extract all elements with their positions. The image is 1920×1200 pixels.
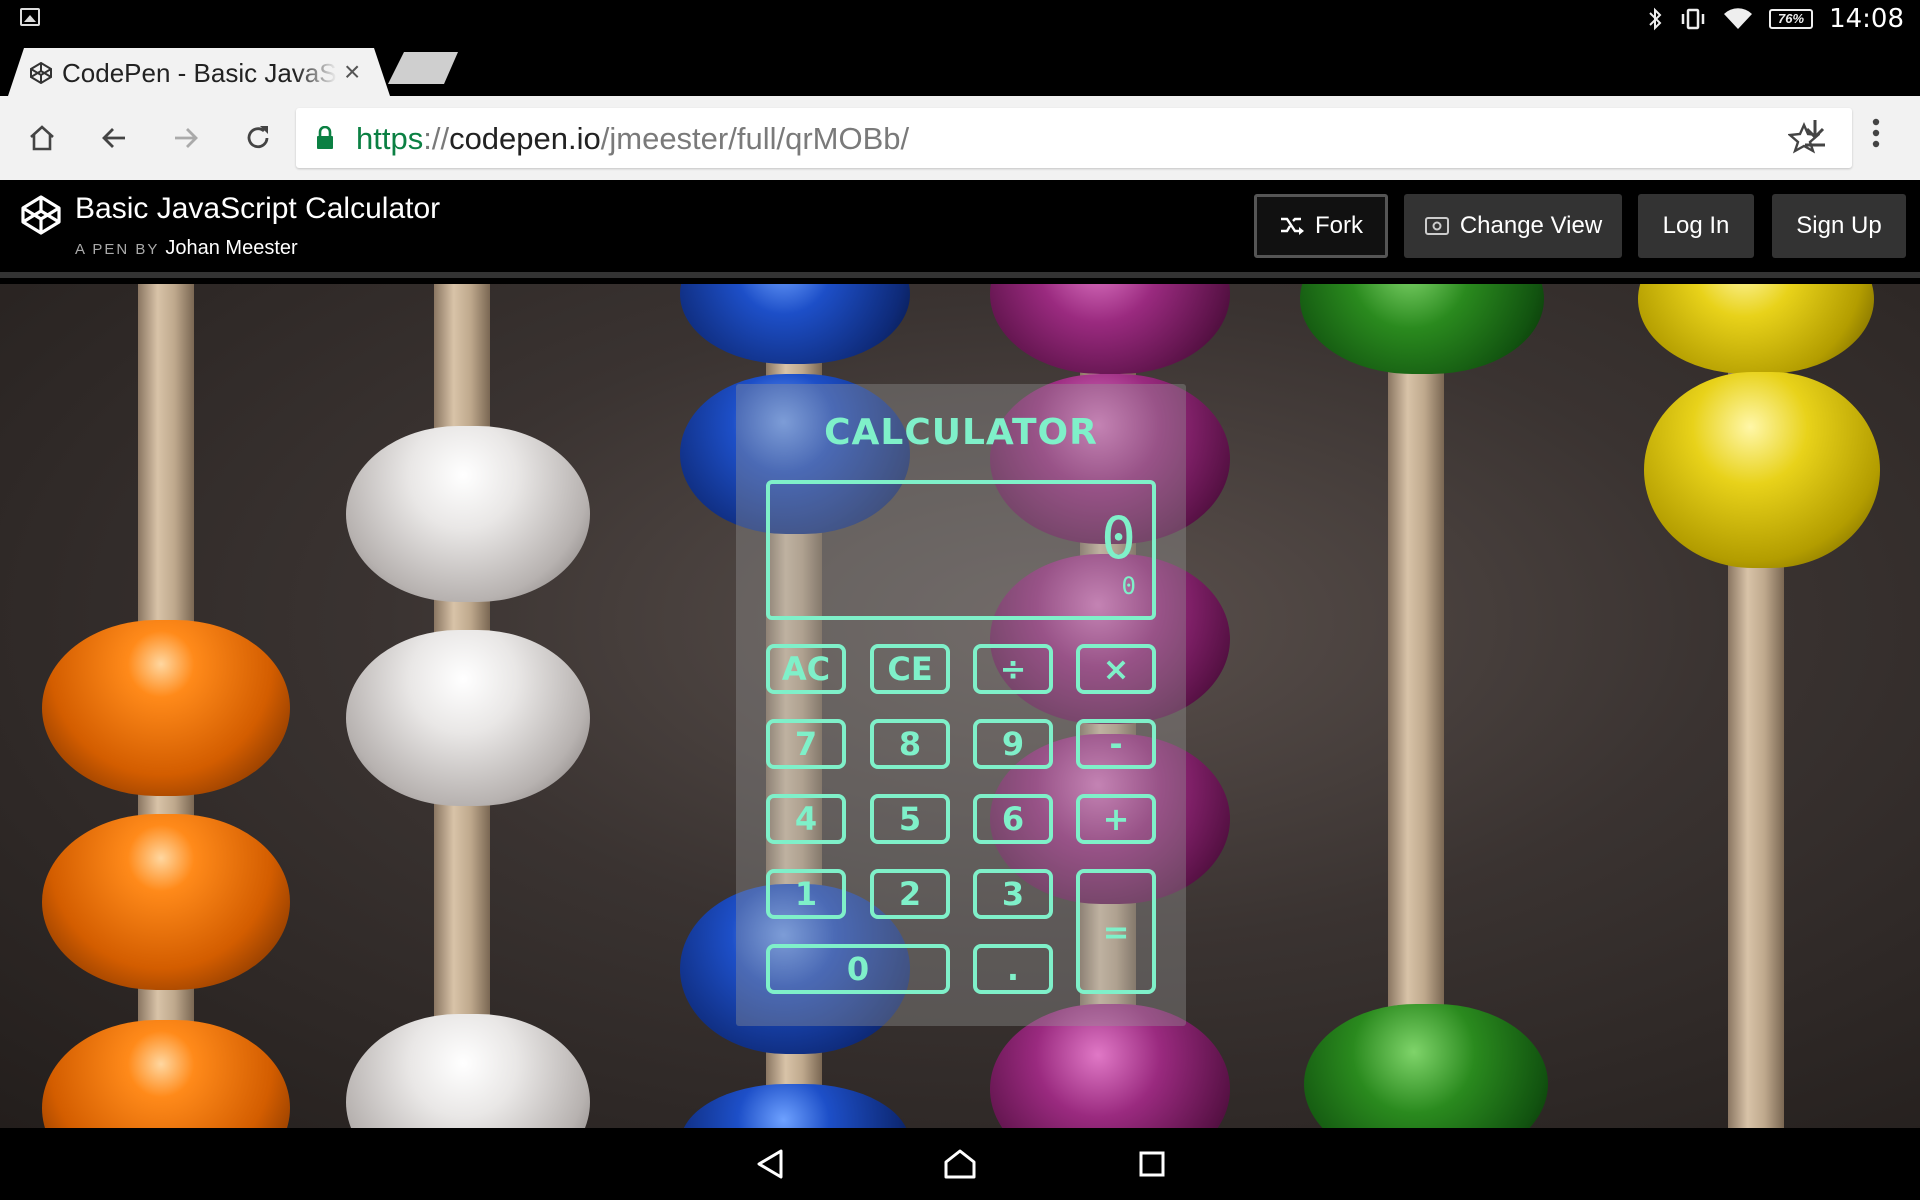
- tab-codepen[interactable]: CodePen - Basic JavaScript Calculator ×: [8, 48, 390, 96]
- display-history: 0: [1121, 572, 1136, 600]
- key-2[interactable]: 2: [870, 869, 950, 919]
- home-button[interactable]: [20, 116, 64, 160]
- codepen-favicon-icon: [30, 62, 52, 84]
- change-view-button[interactable]: Change View: [1404, 194, 1622, 258]
- fork-button[interactable]: Fork: [1254, 194, 1388, 258]
- pen-title: Basic JavaScript Calculator: [75, 192, 441, 225]
- bluetooth-icon: [1649, 7, 1662, 31]
- address-bar[interactable]: https://codepen.io/jmeester/full/qrMOBb/: [296, 108, 1852, 168]
- pen-byline: A PEN BY Johan Meester: [75, 237, 298, 260]
- vibrate-icon: [1681, 8, 1705, 30]
- key-0[interactable]: 0: [766, 944, 950, 994]
- triangle-back-icon: [757, 1149, 783, 1179]
- login-button[interactable]: Log In: [1638, 194, 1754, 258]
- key-8[interactable]: 8: [870, 719, 950, 769]
- calculator-title: CALCULATOR: [824, 412, 1098, 453]
- key-3[interactable]: 3: [973, 869, 1053, 919]
- tab-title: CodePen - Basic JavaScript Calculator: [62, 58, 337, 88]
- key-multiply[interactable]: ×: [1076, 644, 1156, 694]
- nav-recents-button[interactable]: [1130, 1142, 1174, 1186]
- download-button[interactable]: [1800, 116, 1830, 155]
- key-6[interactable]: 6: [973, 794, 1053, 844]
- home-icon: [30, 125, 54, 151]
- fork-icon: [1281, 217, 1304, 235]
- battery-icon: 76%: [1769, 9, 1814, 29]
- display-value: 0: [1101, 504, 1136, 572]
- android-nav-bar: [0, 1128, 1920, 1200]
- key-9[interactable]: 9: [973, 719, 1053, 769]
- codepen-header: Basic JavaScript Calculator A PEN BY Joha…: [0, 180, 1920, 278]
- status-bar: 76% 14:08: [0, 0, 1920, 38]
- back-button[interactable]: [92, 116, 136, 160]
- key-7[interactable]: 7: [766, 719, 846, 769]
- nav-back-button[interactable]: [748, 1142, 792, 1186]
- key-plus[interactable]: +: [1076, 794, 1156, 844]
- signup-button[interactable]: Sign Up: [1772, 194, 1906, 258]
- fork-label: Fork: [1315, 212, 1363, 239]
- tab-close-button[interactable]: ×: [344, 56, 360, 88]
- overflow-menu-button[interactable]: [1870, 116, 1882, 155]
- reload-icon: [247, 126, 269, 149]
- download-icon: [1805, 120, 1825, 147]
- key-4[interactable]: 4: [766, 794, 846, 844]
- key-1[interactable]: 1: [766, 869, 846, 919]
- house-outline-icon: [944, 1149, 976, 1179]
- calculator: CALCULATOR 0 0 AC CE ÷ × 7 8 9 - 4 5 6 +…: [736, 384, 1186, 1026]
- clock: 14:08: [1829, 4, 1904, 34]
- pen-preview: CALCULATOR 0 0 AC CE ÷ × 7 8 9 - 4 5 6 +…: [0, 284, 1920, 1128]
- reload-button[interactable]: [236, 116, 280, 160]
- author-link[interactable]: Johan Meester: [165, 237, 297, 259]
- tab-strip: CodePen - Basic JavaScript Calculator ×: [0, 38, 1920, 96]
- square-recents-icon: [1139, 1151, 1165, 1177]
- forward-button[interactable]: [164, 116, 208, 160]
- arrow-left-icon: [102, 128, 125, 148]
- browser-toolbar: https://codepen.io/jmeester/full/qrMOBb/: [0, 96, 1920, 180]
- key-minus[interactable]: -: [1076, 719, 1156, 769]
- codepen-logo-icon[interactable]: [20, 194, 62, 236]
- change-view-label: Change View: [1459, 212, 1603, 239]
- view-icon: [1424, 217, 1449, 235]
- byline-prefix: A PEN BY: [75, 241, 160, 258]
- new-tab-button[interactable]: [388, 52, 458, 84]
- key-ce[interactable]: CE: [870, 644, 950, 694]
- url-text: https://codepen.io/jmeester/full/qrMOBb/: [356, 121, 910, 156]
- signup-label: Sign Up: [1796, 212, 1882, 239]
- wifi-icon: [1724, 8, 1753, 30]
- more-vertical-icon: [1872, 118, 1880, 148]
- calculator-display: 0 0: [766, 480, 1156, 620]
- login-label: Log In: [1662, 212, 1730, 239]
- arrow-right-icon: [175, 128, 198, 148]
- key-equals[interactable]: =: [1076, 869, 1156, 994]
- key-5[interactable]: 5: [870, 794, 950, 844]
- picture-icon: [20, 8, 40, 26]
- key-decimal[interactable]: .: [973, 944, 1053, 994]
- key-divide[interactable]: ÷: [973, 644, 1053, 694]
- key-ac[interactable]: AC: [766, 644, 846, 694]
- lock-icon: [317, 126, 333, 149]
- status-icons: 76% 14:08: [1647, 4, 1904, 34]
- nav-home-button[interactable]: [938, 1142, 982, 1186]
